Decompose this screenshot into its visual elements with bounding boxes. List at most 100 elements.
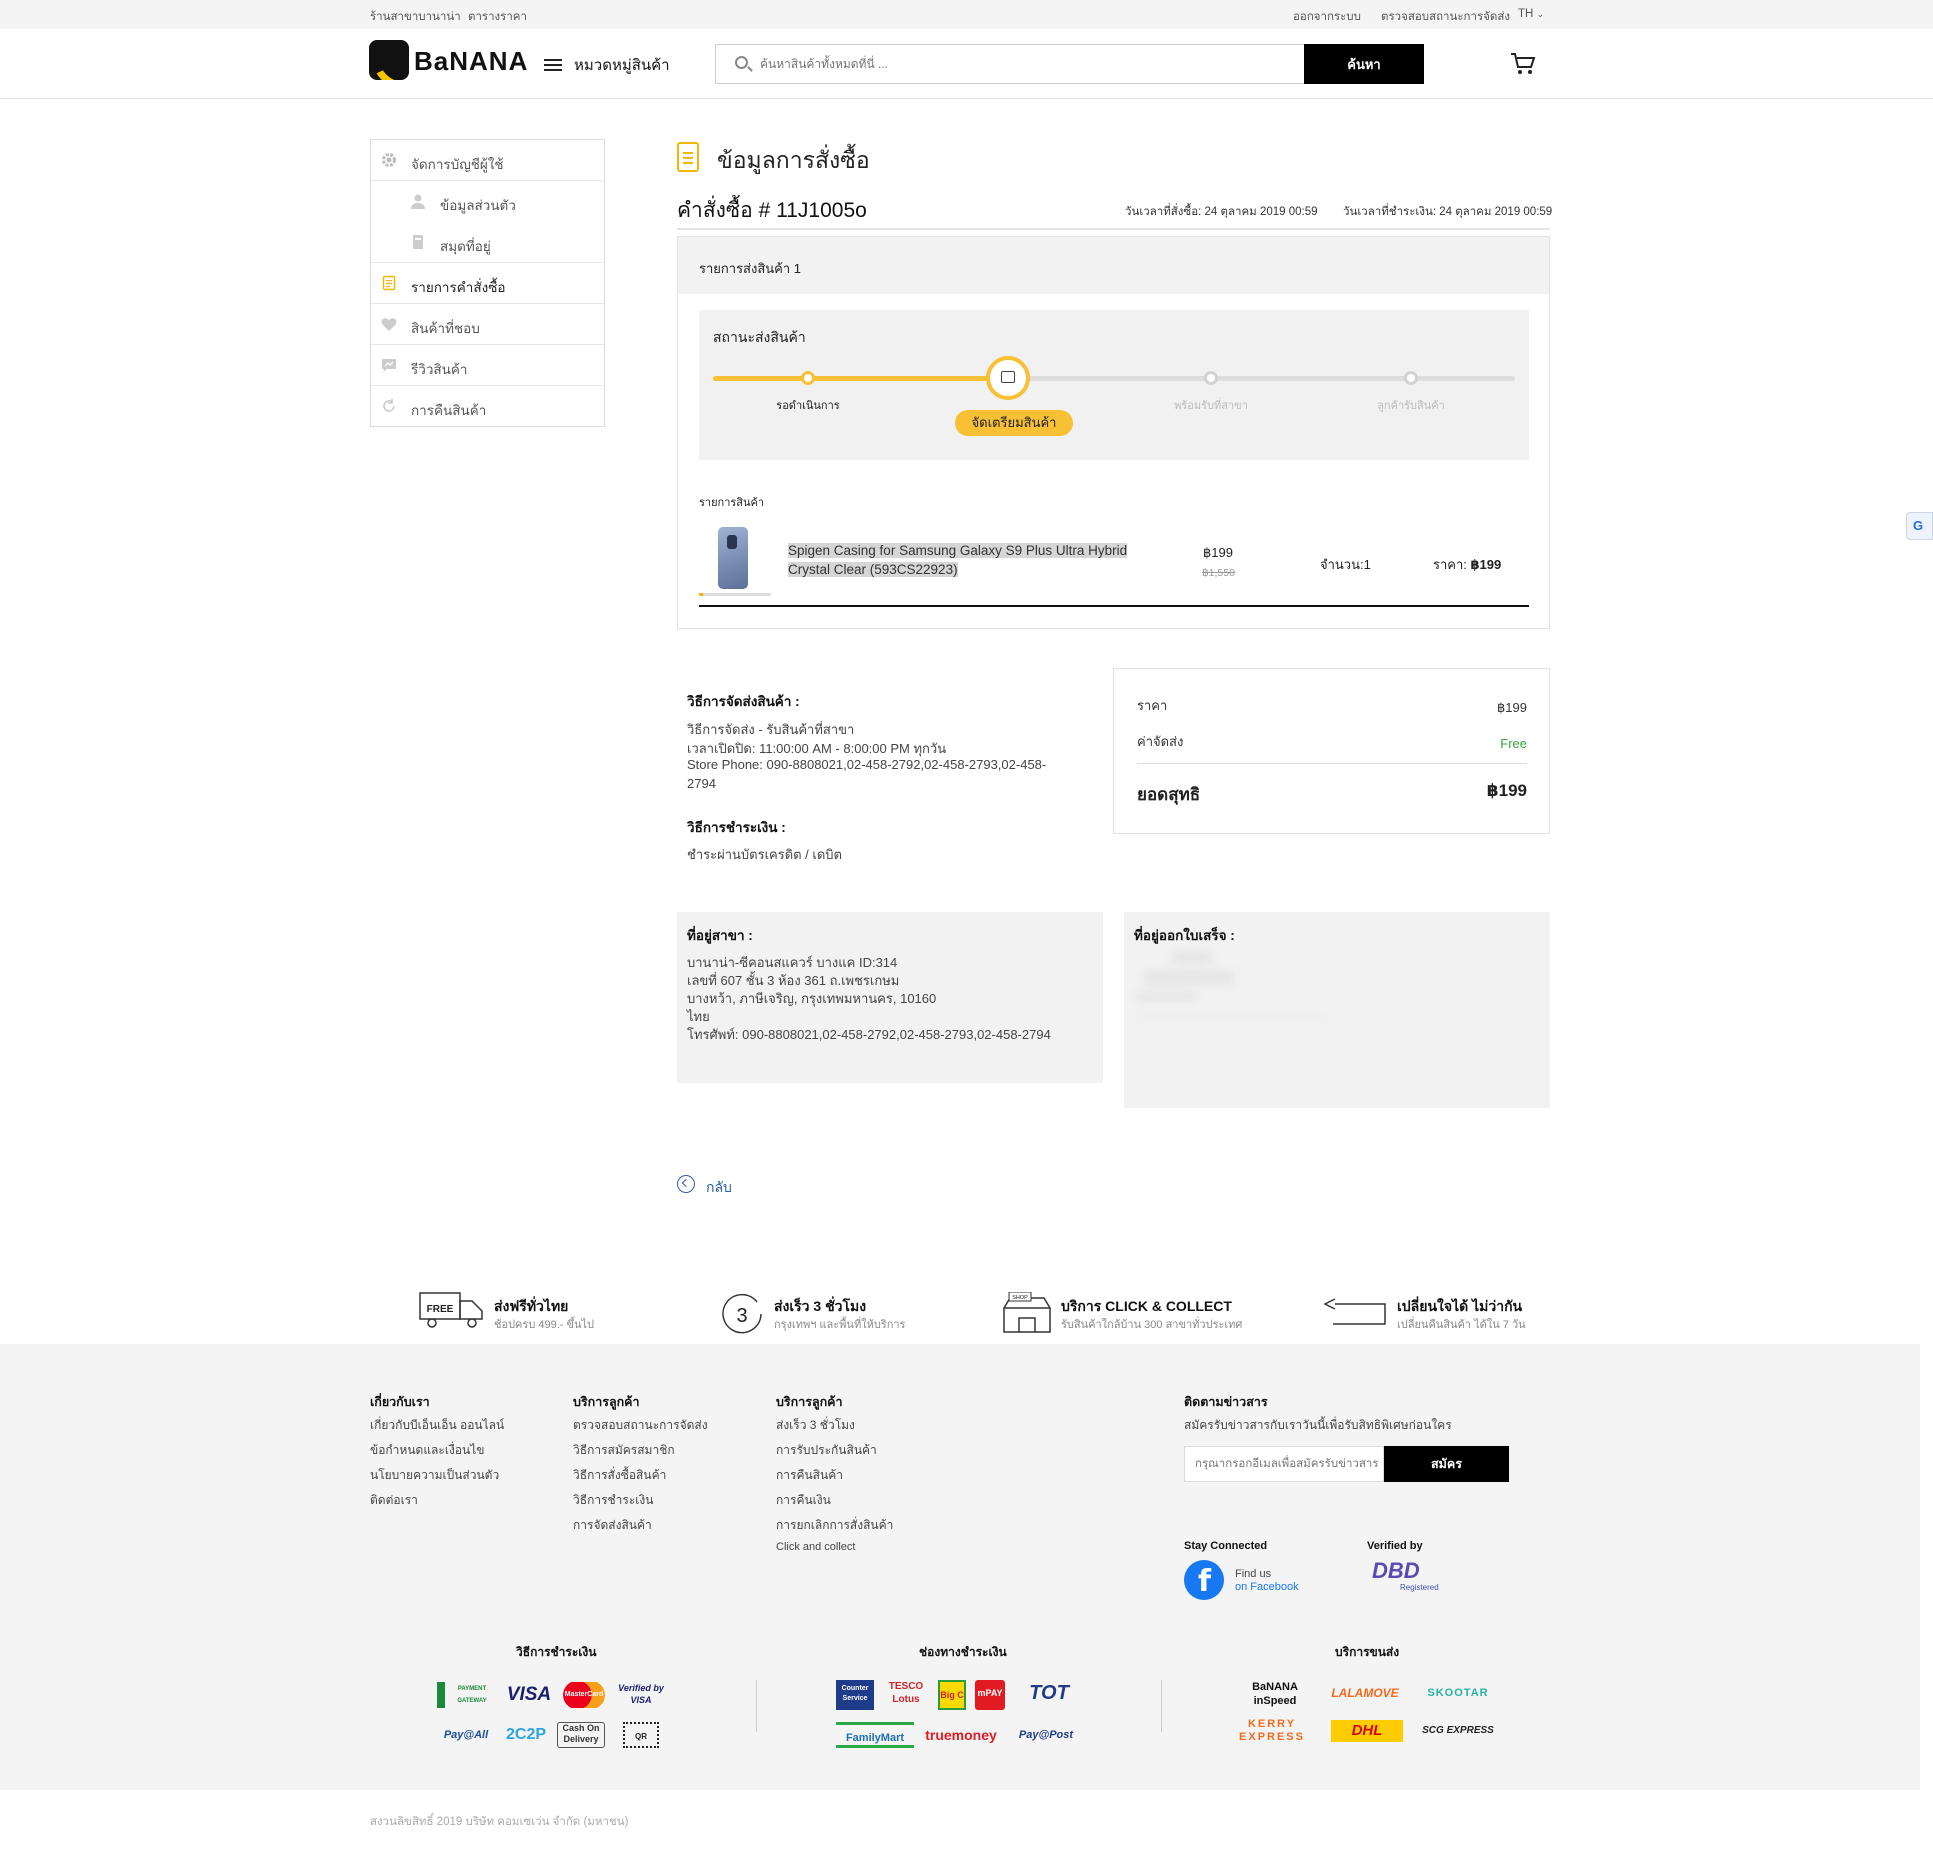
banana-inspeed-logo: BaNANA inSpeed (1252, 1681, 1298, 1707)
order-time: วันเวลาที่สั่งซื้อ: 24 ตุลาคม 2019 00:59 (1125, 206, 1318, 218)
familymart-logo: FamilyMart (836, 1722, 914, 1748)
return-arrow-icon (1323, 1298, 1386, 1325)
footer-link[interactable]: ติดต่อเรา (370, 1491, 418, 1510)
footer-link[interactable]: ตรวจสอบสถานะการจัดส่ง (573, 1416, 708, 1435)
branch-address-box: ที่อยู่สาขา : บานาน่า-ซีคอนสแควร์ บางแค … (677, 912, 1103, 1083)
shipping-line: วิธีการจัดส่ง - รับสินค้าที่สาขา (687, 722, 855, 737)
sidebar-item-label: ข้อมูลส่วนตัว (440, 198, 516, 213)
translate-icon[interactable] (1906, 512, 1933, 540)
product-name-link[interactable]: Spigen Casing for Samsung Galaxy S9 Plus… (788, 541, 1128, 579)
shipping-line: เวลาเปิดปิด: 11:00:00 AM - 8:00:00 PM ทุ… (687, 741, 947, 756)
footer-link[interactable]: นโยบายความเป็นส่วนตัว (370, 1466, 499, 1485)
language-selector[interactable]: TH ⌄ (1518, 8, 1544, 20)
billing-address-box: ที่อยู่ออกใบเสร็จ : (1124, 912, 1550, 1108)
kbank-gateway-logo: PAYMENT GATEWAY (437, 1682, 499, 1708)
logout-link[interactable]: ออกจากระบบ (1293, 8, 1361, 26)
facebook-find-us[interactable]: Find us (1235, 1568, 1271, 1580)
pay-at-post-logo: Pay@Post (1018, 1729, 1074, 1741)
footer-column-title: บริการลูกค้า (573, 1395, 640, 1409)
banana-logo-icon[interactable] (369, 40, 409, 80)
feature-badge: SHOP (1012, 1295, 1028, 1301)
divider (677, 228, 1550, 230)
address-line: บางหว้า, ภาษีเจริญ, กรุงเทพมหานคร, 10160 (687, 991, 937, 1006)
divider (1161, 1680, 1162, 1732)
sidebar-item-account[interactable]: จัดการบัญชีผู้ใช้ (371, 140, 604, 181)
product-total-value: ฿199 (1470, 557, 1502, 572)
feature-badge: 3 (736, 1305, 747, 1327)
search-button[interactable]: ค้นหา (1304, 44, 1424, 84)
footer-link[interactable]: Click and collect (776, 1541, 855, 1553)
verified-by-label: Verified by (1367, 1540, 1423, 1552)
summary-value: ฿199 (1486, 781, 1527, 800)
counter-service-logo: Counter Service (836, 1680, 874, 1710)
track-shipment-link[interactable]: ตรวจสอบสถานะการจัดส่ง (1381, 8, 1510, 26)
page-title: ข้อมูลการสั่งซื้อ (717, 147, 870, 173)
hamburger-menu-icon[interactable] (544, 59, 562, 71)
search-input[interactable] (760, 46, 1300, 82)
feature-subtitle: ช้อปครบ 499.- ขึ้นไป (494, 1319, 595, 1331)
feature-subtitle: รับสินค้าใกล้บ้าน 300 สาขาทั่วประเทศ (1061, 1319, 1243, 1331)
top-bar: ร้านสาขาบานาน่า ตารางราคา ออกจากระบบ ตรว… (0, 0, 1933, 29)
heart-icon (381, 318, 397, 331)
footer-link[interactable]: วิธีการชำระเงิน (573, 1491, 653, 1510)
search-icon (735, 56, 748, 69)
main-header: BaNANA หมวดหมู่สินค้า ค้นหา (0, 29, 1933, 99)
feature-subtitle: กรุงเทพฯ และพื้นที่ให้บริการ (774, 1319, 906, 1331)
summary-value: Free (1500, 736, 1527, 751)
sidebar-item-returns[interactable]: การคืนสินค้า (371, 386, 604, 427)
feature-subtitle: เปลี่ยนคืนสินค้า ได้ใน 7 วัน (1397, 1319, 1526, 1331)
footer-link[interactable]: การคืนสินค้า (776, 1466, 843, 1485)
footer-link[interactable]: วิธีการสั่งซื้อสินค้า (573, 1466, 666, 1485)
store-branches-link[interactable]: ร้านสาขาบานาน่า (370, 8, 461, 26)
language-label: TH (1518, 8, 1534, 20)
categories-menu[interactable]: หมวดหมู่สินค้า (574, 53, 670, 77)
back-link[interactable]: กลับ (706, 1177, 732, 1199)
newsletter-subscribe-button[interactable]: สมัคร (1384, 1446, 1509, 1482)
logo-text[interactable]: BaNANA (414, 46, 528, 77)
click-collect-shop-icon: SHOP (1003, 1292, 1051, 1333)
payment-method: ชำระผ่านบัตรเครดิต / เดบิต (687, 847, 842, 862)
facebook-link[interactable]: on Facebook (1235, 1581, 1299, 1593)
summary-label: ยอดสุทธิ (1137, 785, 1201, 804)
dbd-registered: Registered (1400, 1583, 1439, 1592)
footer-link[interactable]: ข้อกำหนดและเงื่อนไข (370, 1441, 484, 1460)
sidebar-item-reviews[interactable]: รีวิวสินค้า (371, 345, 604, 386)
cart-icon[interactable] (1510, 52, 1536, 76)
order-summary: ราคา ฿199 ค่าจัดส่ง Free ยอดสุทธิ ฿199 (1113, 668, 1550, 834)
payment-channels-title: ช่องทางชำระเงิน (919, 1645, 1007, 1659)
footer-link[interactable]: วิธีการสมัครสมาชิก (573, 1441, 675, 1460)
sidebar-item-orders[interactable]: รายการคำสั่งซื้อ (371, 263, 604, 304)
shipment-box: รายการส่งสินค้า 1 สถานะส่งสินค้า รอดำเนิ… (677, 236, 1550, 629)
newsletter-email-input[interactable] (1184, 1446, 1384, 1482)
footer-link[interactable]: การรับประกันสินค้า (776, 1441, 877, 1460)
summary-value: ฿199 (1497, 700, 1527, 715)
shipment-label: รายการส่งสินค้า 1 (699, 261, 801, 276)
step-label: พร้อมรับที่สาขา (1174, 400, 1248, 412)
footer-link[interactable]: ส่งเร็ว 3 ชั่วโมง (776, 1416, 855, 1435)
newsletter-description: สมัครรับข่าวสารกับเราวันนี้เพื่อรับสิทธิ… (1184, 1418, 1452, 1432)
divider (756, 1680, 757, 1732)
back-arrow-icon[interactable] (677, 1175, 695, 1193)
truemoney-logo: truemoney (925, 1727, 997, 1743)
sidebar-item-profile[interactable]: ข้อมูลส่วนตัว (371, 181, 604, 222)
cash-on-delivery-logo: Cash On Delivery (557, 1722, 605, 1748)
visa-logo: VISA (506, 1684, 552, 1705)
product-image[interactable] (718, 527, 748, 589)
price-table-link[interactable]: ตารางราคา (468, 8, 527, 26)
2c2p-logo: 2C2P (505, 1726, 547, 1743)
dbd-logo[interactable]: DBD (1372, 1558, 1420, 1584)
footer-link[interactable]: การจัดส่งสินค้า (573, 1516, 652, 1535)
current-step-badge: จัดเตรียมสินค้า (955, 410, 1073, 436)
product-total: ราคา: ฿199 (1433, 554, 1501, 575)
sidebar-item-label: การคืนสินค้า (411, 403, 487, 418)
tot-logo: TOT (1029, 1682, 1069, 1704)
divider (1137, 763, 1527, 764)
sidebar-item-wishlist[interactable]: สินค้าที่ชอบ (371, 304, 604, 345)
footer-link[interactable]: การยกเลิกการสั่งสินค้า (776, 1516, 893, 1535)
facebook-icon[interactable] (1184, 1560, 1224, 1600)
clipboard-icon (382, 275, 396, 291)
sidebar-item-address-book[interactable]: สมุดที่อยู่ (371, 222, 604, 263)
footer-link[interactable]: การคืนเงิน (776, 1491, 831, 1510)
footer-link[interactable]: เกี่ยวกับบีเอ็นเอ็น ออนไลน์ (370, 1416, 504, 1435)
summary-shipping-row: ค่าจัดส่ง Free (1137, 731, 1527, 752)
